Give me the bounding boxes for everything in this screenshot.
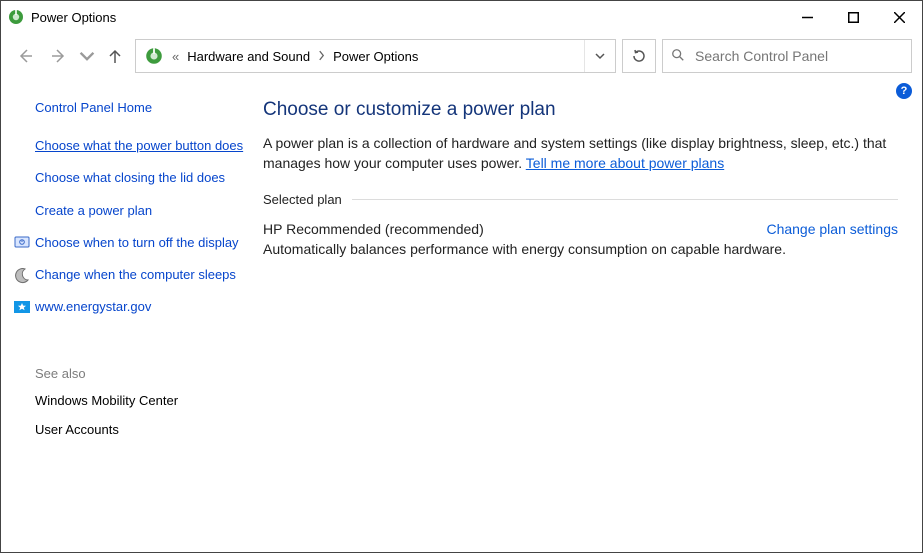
control-panel-home-link[interactable]: Control Panel Home <box>35 99 249 117</box>
chevron-right-icon[interactable] <box>318 49 325 64</box>
back-button[interactable] <box>11 42 39 70</box>
search-input[interactable] <box>695 48 903 64</box>
see-also-user-accounts[interactable]: User Accounts <box>35 422 249 437</box>
plan-name: HP Recommended (recommended) <box>263 221 484 237</box>
power-options-icon <box>144 46 164 66</box>
sidebar-link-display-off[interactable]: Choose when to turn off the display <box>35 234 239 252</box>
search-box[interactable] <box>662 39 912 73</box>
up-button[interactable] <box>101 42 129 70</box>
sidebar-link-sleep[interactable]: Change when the computer sleeps <box>35 266 236 284</box>
power-options-icon <box>7 8 25 26</box>
sleep-icon <box>13 266 31 284</box>
sidebar-link-create-plan[interactable]: Create a power plan <box>35 202 249 220</box>
change-plan-settings-link[interactable]: Change plan settings <box>766 221 898 237</box>
forward-button[interactable] <box>45 42 73 70</box>
page-description: A power plan is a collection of hardware… <box>263 133 898 174</box>
breadcrumb-item[interactable]: Power Options <box>329 49 422 64</box>
address-bar[interactable]: « Hardware and Sound Power Options <box>135 39 616 73</box>
see-also-mobility-center[interactable]: Windows Mobility Center <box>35 393 249 408</box>
sidebar-link-energystar[interactable]: www.energystar.gov <box>35 298 151 316</box>
see-also-label: See also <box>35 366 249 381</box>
display-timeout-icon <box>13 234 31 252</box>
refresh-button[interactable] <box>622 39 656 73</box>
recent-locations-button[interactable] <box>79 42 95 70</box>
help-button[interactable]: ? <box>896 83 912 99</box>
window-title: Power Options <box>31 10 116 25</box>
close-button[interactable] <box>876 1 922 33</box>
learn-more-link[interactable]: Tell me more about power plans <box>526 155 724 171</box>
plan-description: Automatically balances performance with … <box>263 241 898 257</box>
maximize-button[interactable] <box>830 1 876 33</box>
address-dropdown-button[interactable] <box>584 40 615 72</box>
minimize-button[interactable] <box>784 1 830 33</box>
page-heading: Choose or customize a power plan <box>263 99 898 121</box>
search-icon <box>671 48 695 65</box>
energystar-icon <box>13 298 31 316</box>
breadcrumb-item[interactable]: Hardware and Sound <box>183 49 314 64</box>
divider <box>352 199 898 200</box>
sidebar-link-power-button[interactable]: Choose what the power button does <box>35 137 249 155</box>
breadcrumb-prefix: « <box>172 49 179 64</box>
sidebar-link-closing-lid[interactable]: Choose what closing the lid does <box>35 169 249 187</box>
section-label: Selected plan <box>263 192 342 207</box>
